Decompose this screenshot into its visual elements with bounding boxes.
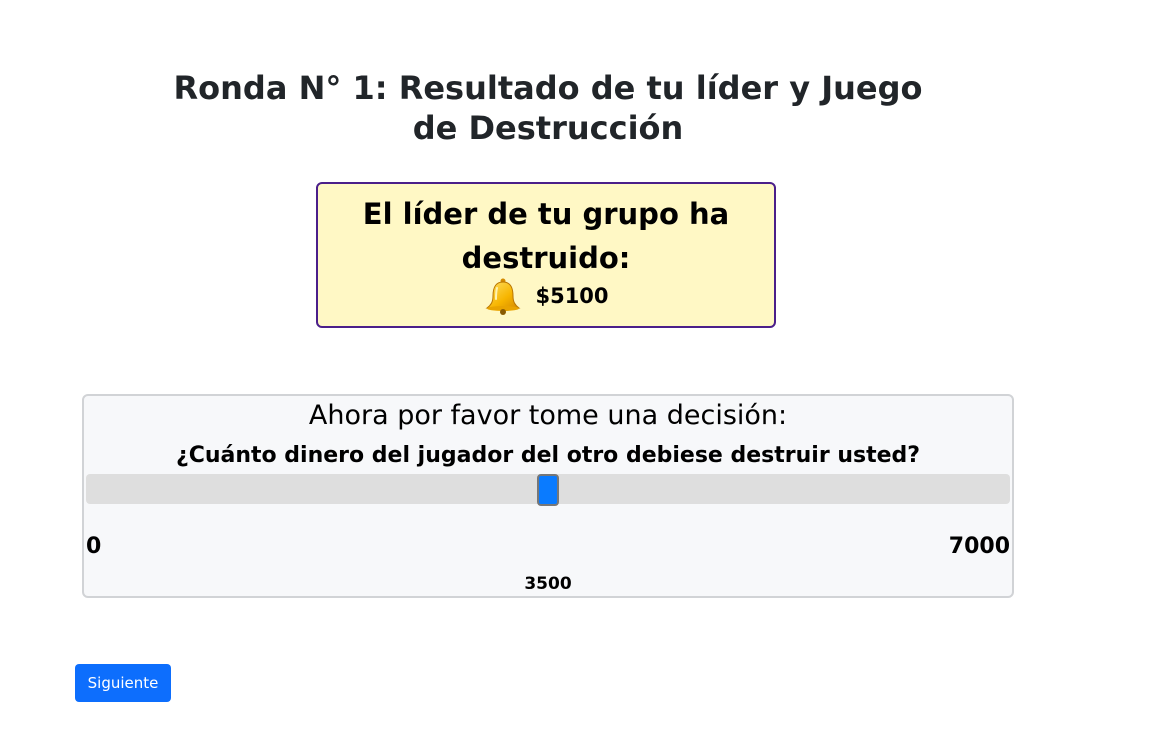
decision-prompt: Ahora por favor tome una decisión: <box>308 400 788 431</box>
decision-question: ¿Cuánto dinero del jugador del otro debi… <box>175 443 921 468</box>
leader-amount-row: $5100 <box>318 276 774 316</box>
next-button[interactable]: Siguiente <box>75 664 171 702</box>
slider-thumb[interactable] <box>537 474 559 506</box>
leader-result-box: El líder de tu grupo ha destruido: $5100 <box>316 182 776 328</box>
page-title: Ronda N° 1: Resultado de tu líder y Jueg… <box>173 69 923 147</box>
slider-value-label: 3500 <box>524 574 572 594</box>
decision-panel: Ahora por favor tome una decisión: ¿Cuán… <box>82 394 1014 598</box>
bell-icon <box>483 276 523 316</box>
slider-max-label: 7000 <box>948 534 1010 559</box>
leader-result-text: El líder de tu grupo ha destruido: <box>362 197 730 275</box>
destroy-amount-slider[interactable] <box>86 474 1010 506</box>
slider-min-label: 0 <box>86 534 102 559</box>
page: Ronda N° 1: Resultado de tu líder y Jueg… <box>0 0 1149 742</box>
destroyed-amount: $5100 <box>535 284 609 308</box>
